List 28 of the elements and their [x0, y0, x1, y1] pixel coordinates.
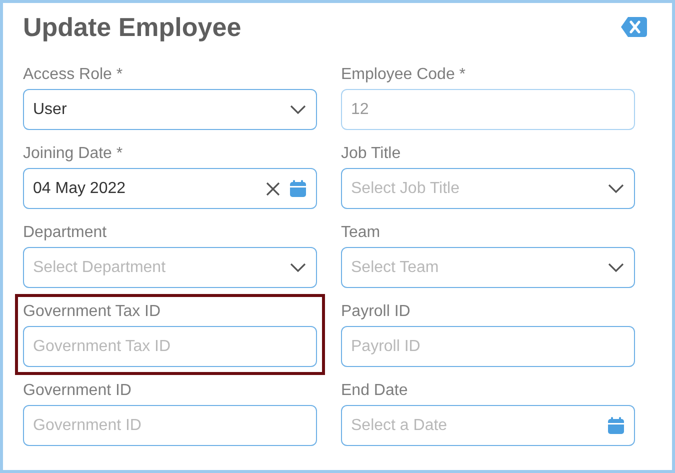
chevron-down-icon[interactable] — [608, 184, 624, 193]
select-field[interactable]: Select Department — [23, 247, 317, 288]
input-field[interactable]: Government Tax ID — [23, 326, 317, 367]
calendar-icon[interactable] — [290, 180, 306, 197]
field-label: End Date — [341, 381, 409, 401]
dialog-title: Update Employee — [23, 12, 242, 42]
calendar-icon[interactable] — [608, 417, 624, 434]
input-field[interactable]: Government ID — [23, 405, 317, 446]
clear-icon[interactable] — [266, 182, 280, 196]
field-label: Employee Code * — [341, 65, 467, 85]
field-label: Joining Date * — [23, 144, 124, 164]
field-label: Access Role * — [23, 65, 124, 85]
select-field[interactable]: User — [23, 89, 317, 130]
date-field[interactable]: 04 May 2022 — [23, 168, 317, 209]
input-field[interactable]: Payroll ID — [341, 326, 635, 367]
close-icon[interactable] — [620, 16, 648, 38]
chevron-down-icon[interactable] — [290, 105, 306, 114]
field-label: Government ID — [23, 381, 132, 401]
select-field[interactable]: Select Job Title — [341, 168, 635, 209]
field-label: Payroll ID — [341, 302, 412, 322]
field-label: Department — [23, 223, 108, 243]
select-field[interactable]: Select Team — [341, 247, 635, 288]
field-label: Government Tax ID — [23, 302, 162, 322]
chevron-down-icon[interactable] — [290, 263, 306, 272]
chevron-down-icon[interactable] — [608, 263, 624, 272]
field-label: Team — [341, 223, 382, 243]
date-field[interactable]: Select a Date — [341, 405, 635, 446]
field-label: Job Title — [341, 144, 402, 164]
